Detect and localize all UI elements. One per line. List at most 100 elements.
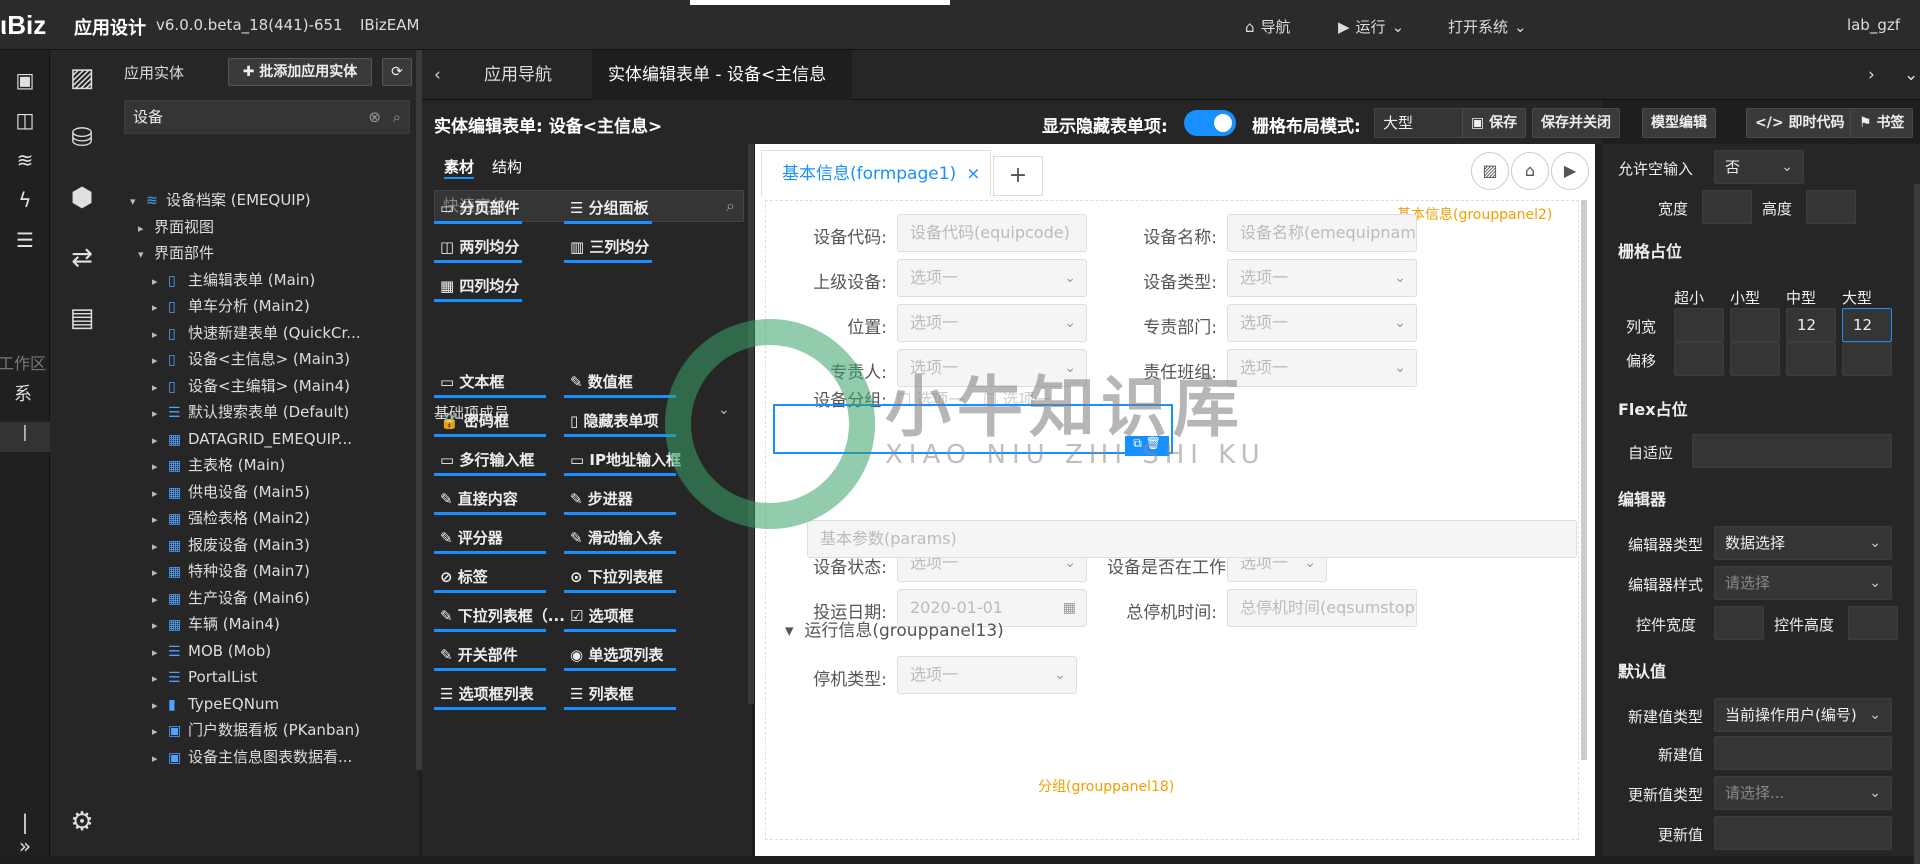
caret-right-icon[interactable]: ▸ [152,745,168,771]
colwidth-lg-input[interactable]: 12 [1842,308,1892,342]
tree-item[interactable]: ▸ ▦ 供电设备 (Main5) [114,478,414,506]
caret-right-icon[interactable]: ▸ [152,268,168,294]
tree-item[interactable]: ▸ ▦ 强检表格 (Main2) [114,504,414,532]
field-input[interactable]: 选项一 ⌄ [897,656,1077,694]
palette-component-item[interactable]: ▭ 多行输入框 [434,446,546,476]
tree-item[interactable]: ▸ ▣ 设备主信息图表数据看... [114,743,414,771]
editor-type-select[interactable]: 数据选择 ⌄ [1714,526,1892,560]
tree-item[interactable]: ▸ ▯ 主编辑表单 (Main) [114,266,414,294]
tree-search-input[interactable]: 设备 ⊗ ⌕ [124,100,410,134]
play-icon[interactable]: ▶ [1551,152,1589,190]
expand-icon[interactable]: » [12,834,38,860]
palette-component-item[interactable]: ✎ 数值框 [564,368,676,398]
home-icon[interactable]: ⌂ [1511,152,1549,190]
gear-icon[interactable]: ⚙ [66,806,98,838]
height-input[interactable] [1806,190,1856,224]
caret-right-icon[interactable]: ▸ [152,294,168,320]
instant-code-button[interactable]: </> 即时代码 [1746,108,1854,138]
offset-xs-input[interactable] [1674,342,1724,376]
tree-item[interactable]: ▾ 界面部件 [114,239,414,267]
tree-item[interactable]: ▸ ▯ 设备<主编辑> (Main4) [114,372,414,400]
caret-right-icon[interactable]: ▸ [152,692,168,718]
palette-component-item[interactable]: ✎ 下拉列表框（... [434,602,565,632]
ctrl-width-input[interactable] [1714,606,1764,640]
update-value-input[interactable] [1714,816,1892,850]
palette-component-item[interactable]: ▭ IP地址输入框 [564,446,681,476]
field-input[interactable]: 选项一 ⌄ [1227,259,1417,297]
tree-item[interactable]: ▸ ▯ 单车分析 (Main2) [114,292,414,320]
left-tab[interactable]: | [0,422,50,452]
palette-component-item[interactable]: ☰ 列表框 [564,680,676,710]
form-page-tab[interactable]: 基本信息(formpage1) × [761,150,991,196]
caret-right-icon[interactable]: ▸ [152,321,168,347]
tree-item[interactable]: ▸ ▦ 生产设备 (Main6) [114,584,414,612]
image-icon[interactable]: ▨ [66,62,98,94]
tree-item[interactable]: ▸ ☰ MOB (Mob) [114,637,414,665]
palette-component-item[interactable]: ▭ 文本框 [434,368,546,398]
tree-item[interactable]: ▸ ▦ 报废设备 (Main3) [114,531,414,559]
tree-item[interactable]: ▸ ▮ TypeEQNum [114,690,414,718]
user-name[interactable]: lab_gzf [1847,16,1900,34]
tree-item[interactable]: ▸ 界面视图 [114,213,414,241]
tab-structure[interactable]: 结构 [492,156,522,177]
tabs-prev-button[interactable]: ‹ [422,50,462,100]
field-input[interactable]: 选项一 ⌄ [897,259,1087,297]
tabs-menu-button[interactable]: ⌄ [1888,50,1920,100]
refresh-button[interactable]: ⟳ [382,58,412,86]
caret-right-icon[interactable]: ▸ [152,639,168,665]
palette-component-item[interactable]: ⊘ 标签 [434,563,546,593]
add-page-button[interactable]: + [993,156,1043,196]
tab-materials[interactable]: 素材 [444,156,475,179]
tab-form-editor[interactable]: 实体编辑表单 - 设备<主信息> × [592,50,852,135]
field-input[interactable]: 选项一 ⌄ [1227,349,1417,387]
tree-item[interactable]: ▸ ▦ 车辆 (Main4) [114,610,414,638]
canvas-scrollbar[interactable] [1581,200,1587,760]
caret-down-icon[interactable]: ▾ [138,241,154,267]
retweet-icon[interactable]: ⇄ [66,242,98,274]
update-value-type-select[interactable]: 请选择... ⌄ [1714,776,1892,810]
palette-component-item[interactable]: ☰ 选项框列表 [434,680,546,710]
caret-right-icon[interactable]: ▸ [152,347,168,373]
colwidth-sm-input[interactable] [1730,308,1780,342]
palette-layout-item[interactable]: ▦ 四列均分 [434,272,522,302]
field-input[interactable]: 选项一 ⌄ [1227,304,1417,342]
new-value-type-select[interactable]: 当前操作用户(编号) ⌄ [1714,698,1892,732]
cubes-icon[interactable]: ⬢ [66,182,98,214]
caret-right-icon[interactable]: ▸ [152,586,168,612]
caret-down-icon[interactable]: ▾ [130,188,146,214]
group2-header[interactable]: ▾ 运行信息(grouppanel13) [785,616,1004,641]
palette-component-item[interactable]: ✎ 直接内容 [434,485,546,515]
colwidth-xs-input[interactable] [1674,308,1724,342]
palette-layout-item[interactable]: ☰ 分组面板 [564,194,652,224]
run-button[interactable]: ▶ 运行 ⌄ [1338,16,1404,37]
palette-layout-item[interactable]: ▭ 分页部件 [434,194,522,224]
tree-item[interactable]: ▸ ▦ 特种设备 (Main7) [114,557,414,585]
field-input[interactable]: 总停机时间(eqsumstoptime) [1227,589,1417,627]
tree-item[interactable]: ▸ ☰ PortalList [114,663,414,691]
offset-lg-input[interactable] [1842,342,1892,376]
params-field[interactable]: 基本参数(params) [807,520,1577,558]
field-input[interactable]: 设备名称(emequipname) [1227,214,1417,252]
tree-item[interactable]: ▸ ▦ 主表格 (Main) [114,451,414,479]
caret-right-icon[interactable]: ▸ [152,506,168,532]
palette-component-item[interactable]: ✎ 开关部件 [434,641,546,671]
adaptive-input[interactable] [1692,434,1892,468]
save-close-button[interactable]: 保存并关闭 [1532,108,1620,138]
palette-component-item[interactable]: ✎ 滑动输入条 [564,524,676,554]
database-icon[interactable]: ⛁ [66,122,98,154]
image-icon[interactable]: ▨ [1471,152,1509,190]
caret-right-icon[interactable]: ▸ [152,400,168,426]
model-edit-button[interactable]: 模型编辑 [1642,108,1716,138]
close-icon[interactable]: × [966,164,980,184]
clear-icon[interactable]: ⊗ [368,101,381,133]
nav-button[interactable]: ⌂ 导航 [1245,16,1291,37]
palette-component-item[interactable]: ⊙ 下拉列表框 [564,563,676,593]
tree-item[interactable]: ▾ ≋ 设备档案 (EMEQUIP) [114,186,414,214]
colwidth-md-input[interactable]: 12 [1786,308,1836,342]
open-system-button[interactable]: 打开系统 ⌄ [1448,16,1527,37]
field-input[interactable]: 设备代码(equipcode) [897,214,1087,252]
briefcase-icon[interactable]: ▤ [66,302,98,334]
tree-item[interactable]: ▸ ▯ 设备<主信息> (Main3) [114,345,414,373]
caret-right-icon[interactable]: ▸ [152,427,168,453]
tree-item[interactable]: ▸ ▯ 快速新建表单 (QuickCr... [114,319,414,347]
